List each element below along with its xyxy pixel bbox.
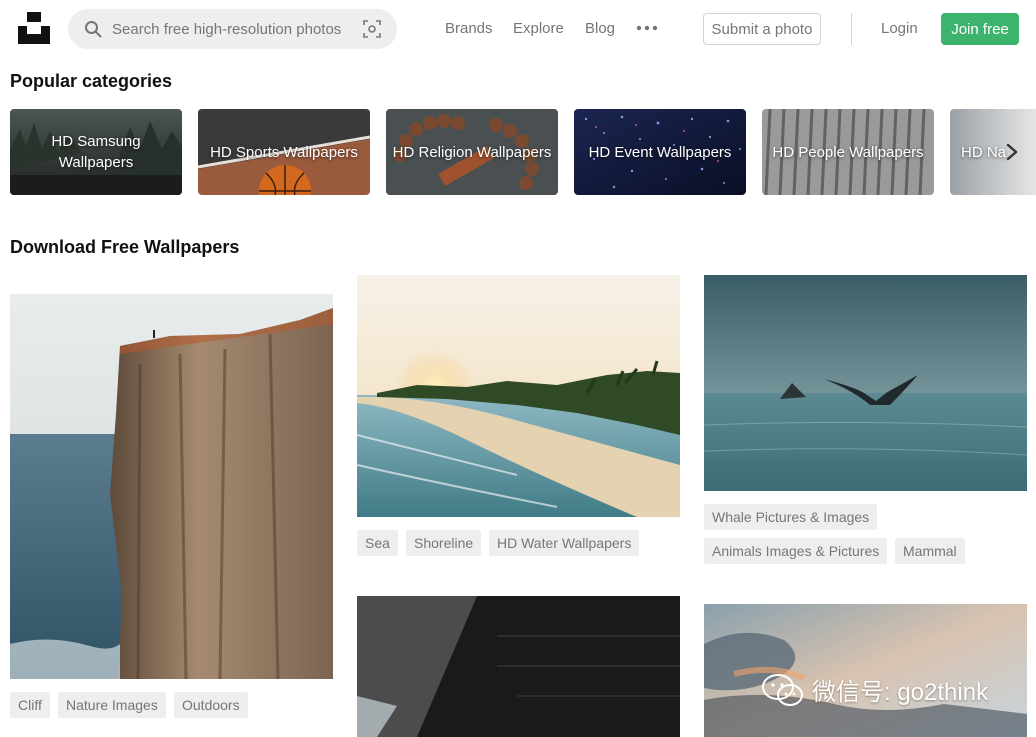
top-navbar: Brands Explore Blog Submit a photo Login… <box>0 0 1036 60</box>
photo-cliff[interactable] <box>10 294 333 679</box>
dark-interior-image <box>357 596 680 737</box>
category-card-sports[interactable]: HD Sports Wallpapers <box>198 109 370 195</box>
photo-beach[interactable] <box>357 275 680 517</box>
photo-dark-interior[interactable] <box>357 596 680 737</box>
chevron-right-icon[interactable] <box>1003 142 1021 162</box>
photo-sky[interactable] <box>704 604 1027 737</box>
tag-chip[interactable]: Sea <box>357 530 398 556</box>
category-label: HD Samsung Wallpapers <box>51 133 141 171</box>
tag-chip[interactable]: Nature Images <box>58 692 166 718</box>
sky-image <box>704 604 1027 737</box>
category-card-religion[interactable]: HD Religion Wallpapers <box>386 109 558 195</box>
wechat-watermark: 微信号: go2think <box>762 672 988 707</box>
tag-chip[interactable]: Shoreline <box>406 530 482 556</box>
beach-image <box>357 275 680 517</box>
search-bar[interactable] <box>68 9 397 49</box>
category-label: HD Sports Wallpapers <box>210 143 358 161</box>
popular-categories-heading: Popular categories <box>10 71 173 91</box>
nav-blog[interactable]: Blog <box>585 20 615 37</box>
category-card-nature[interactable]: HD Na <box>950 109 1036 195</box>
gallery-heading: Download Free Wallpapers <box>10 237 240 257</box>
category-card-people[interactable]: HD People Wallpapers <box>762 109 934 195</box>
tag-chip[interactable]: Animals Images & Pictures <box>704 538 888 564</box>
tag-chip[interactable]: Cliff <box>10 692 50 718</box>
visual-search-icon[interactable] <box>363 20 381 38</box>
tag-chip[interactable]: Mammal <box>895 538 965 564</box>
unsplash-logo[interactable] <box>18 12 50 44</box>
category-label: HD People Wallpapers <box>772 143 924 161</box>
category-card-event[interactable]: HD Event Wallpapers <box>574 109 746 195</box>
wechat-icon <box>762 673 803 706</box>
submit-photo-button[interactable]: Submit a photo <box>703 13 821 45</box>
nav-brands[interactable]: Brands <box>445 20 493 37</box>
photo-whale[interactable] <box>704 275 1027 491</box>
search-icon[interactable] <box>84 20 102 38</box>
category-label: HD Na <box>961 143 1007 161</box>
category-label: HD Religion Wallpapers <box>392 143 552 161</box>
search-input[interactable] <box>112 9 352 49</box>
join-free-button[interactable]: Join free <box>941 13 1019 45</box>
cliff-image <box>10 294 333 679</box>
tag-chip[interactable]: HD Water Wallpapers <box>489 530 640 556</box>
nav-explore[interactable]: Explore <box>513 20 564 37</box>
login-link[interactable]: Login <box>881 20 918 37</box>
category-carousel: HD Samsung Wallpapers HD Sports Wallpape… <box>0 109 1036 195</box>
whale-image <box>704 275 1027 491</box>
category-card-samsung[interactable]: HD Samsung Wallpapers <box>10 109 182 195</box>
category-label: HD Event Wallpapers <box>588 143 732 161</box>
tag-chip[interactable]: Outdoors <box>174 692 248 718</box>
more-icon[interactable] <box>636 20 658 36</box>
header-divider <box>851 13 852 45</box>
watermark-text: 微信号: go2think <box>812 679 989 706</box>
tag-chip[interactable]: Whale Pictures & Images <box>704 504 878 530</box>
